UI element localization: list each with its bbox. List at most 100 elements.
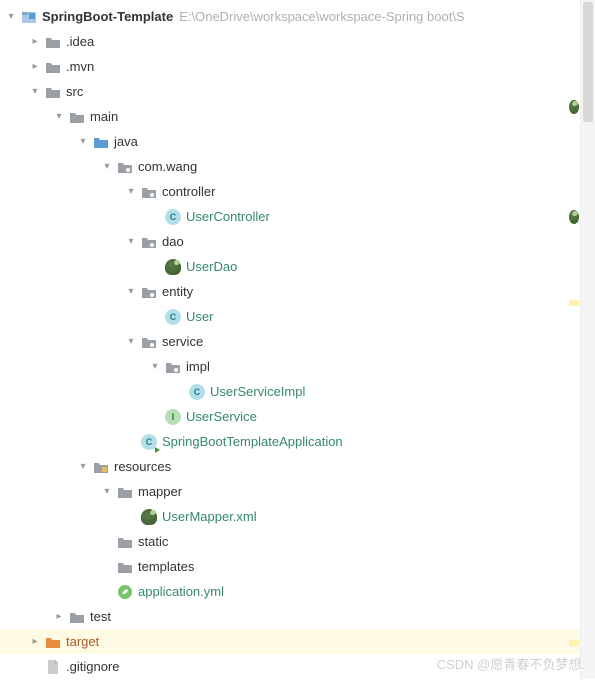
node-label: UserMapper.xml: [162, 509, 257, 524]
node-label: entity: [162, 284, 193, 299]
node-label: SpringBootTemplateApplication: [162, 434, 343, 449]
chevron-down-icon[interactable]: ▾: [124, 235, 138, 249]
node-label: UserDao: [186, 259, 237, 274]
file-application-yml[interactable]: ▸ application.yml: [0, 579, 595, 604]
class-icon: C: [188, 383, 206, 401]
package-icon: [140, 183, 158, 201]
folder-test[interactable]: ▸ test: [0, 604, 595, 629]
folder-icon: [116, 483, 134, 501]
resources-folder-icon: [92, 458, 110, 476]
node-label: UserServiceImpl: [210, 384, 305, 399]
node-label: application.yml: [138, 584, 224, 599]
gutter-mark-icon: [569, 640, 579, 646]
chevron-down-icon[interactable]: ▾: [28, 85, 42, 99]
package-controller[interactable]: ▾ controller: [0, 179, 595, 204]
folder-icon: [44, 33, 62, 51]
folder-icon: [116, 558, 134, 576]
node-label: target: [66, 634, 99, 649]
folder-mvn[interactable]: ▸ .mvn: [0, 54, 595, 79]
package-icon: [140, 333, 158, 351]
package-com-wang[interactable]: ▾ com.wang: [0, 154, 595, 179]
package-impl[interactable]: ▾ impl: [0, 354, 595, 379]
project-tree[interactable]: ▾ SpringBoot-Template E:\OneDrive\worksp…: [0, 0, 595, 683]
chevron-down-icon[interactable]: ▾: [76, 460, 90, 474]
folder-resources[interactable]: ▾ resources: [0, 454, 595, 479]
chevron-down-icon[interactable]: ▾: [124, 335, 138, 349]
chevron-down-icon[interactable]: ▾: [76, 135, 90, 149]
node-label: static: [138, 534, 168, 549]
bean-icon: [164, 258, 182, 276]
folder-templates[interactable]: ▸ templates: [0, 554, 595, 579]
chevron-right-icon[interactable]: ▸: [28, 635, 42, 649]
chevron-down-icon[interactable]: ▾: [100, 160, 114, 174]
folder-icon: [68, 608, 86, 626]
package-entity[interactable]: ▾ entity: [0, 279, 595, 304]
root-label: SpringBoot-Template: [42, 9, 173, 24]
node-label: .idea: [66, 34, 94, 49]
folder-idea[interactable]: ▸ .idea: [0, 29, 595, 54]
node-label: main: [90, 109, 118, 124]
node-label: src: [66, 84, 83, 99]
node-label: java: [114, 134, 138, 149]
node-label: com.wang: [138, 159, 197, 174]
spring-config-icon: [116, 583, 134, 601]
bean-icon: [140, 508, 158, 526]
node-label: .gitignore: [66, 659, 119, 674]
class-user[interactable]: ▸ C User: [0, 304, 595, 329]
root-path: E:\OneDrive\workspace\workspace-Spring b…: [179, 9, 464, 24]
file-usermapper[interactable]: ▸ UserMapper.xml: [0, 504, 595, 529]
node-label: User: [186, 309, 213, 324]
folder-icon: [44, 83, 62, 101]
vertical-scrollbar[interactable]: [580, 0, 595, 679]
chevron-down-icon[interactable]: ▾: [100, 485, 114, 499]
chevron-right-icon[interactable]: ▸: [28, 35, 42, 49]
class-application[interactable]: ▸ C SpringBootTemplateApplication: [0, 429, 595, 454]
folder-icon: [44, 58, 62, 76]
runnable-class-icon: C: [140, 433, 158, 451]
folder-target[interactable]: ▸ target: [0, 629, 595, 654]
gutter-mark-icon: [569, 300, 579, 306]
folder-static[interactable]: ▸ static: [0, 529, 595, 554]
folder-mapper[interactable]: ▾ mapper: [0, 479, 595, 504]
file-icon: [44, 658, 62, 676]
node-label: test: [90, 609, 111, 624]
chevron-right-icon[interactable]: ▸: [28, 60, 42, 74]
class-icon: C: [164, 308, 182, 326]
node-label: .mvn: [66, 59, 94, 74]
root-node[interactable]: ▾ SpringBoot-Template E:\OneDrive\worksp…: [0, 4, 595, 29]
node-label: service: [162, 334, 203, 349]
class-userserviceimpl[interactable]: ▸ C UserServiceImpl: [0, 379, 595, 404]
folder-icon: [116, 533, 134, 551]
watermark: CSDN @愿青春不负梦想.: [437, 654, 585, 673]
node-label: resources: [114, 459, 171, 474]
node-label: dao: [162, 234, 184, 249]
chevron-down-icon[interactable]: ▾: [52, 110, 66, 124]
node-label: impl: [186, 359, 210, 374]
editor-gutter: [569, 0, 579, 679]
folder-src[interactable]: ▾ src: [0, 79, 595, 104]
class-icon: C: [164, 208, 182, 226]
source-folder-icon: [92, 133, 110, 151]
node-label: mapper: [138, 484, 182, 499]
package-icon: [140, 283, 158, 301]
package-icon: [116, 158, 134, 176]
folder-java[interactable]: ▾ java: [0, 129, 595, 154]
package-icon: [164, 358, 182, 376]
gutter-mark-icon: [569, 100, 579, 114]
package-icon: [140, 233, 158, 251]
interface-userservice[interactable]: ▸ I UserService: [0, 404, 595, 429]
chevron-down-icon[interactable]: ▾: [124, 285, 138, 299]
class-usercontroller[interactable]: ▸ C UserController: [0, 204, 595, 229]
scrollbar-thumb[interactable]: [583, 2, 593, 122]
package-service[interactable]: ▾ service: [0, 329, 595, 354]
module-icon: [20, 8, 38, 26]
package-dao[interactable]: ▾ dao: [0, 229, 595, 254]
node-label: UserController: [186, 209, 270, 224]
interface-icon: I: [164, 408, 182, 426]
class-userdao[interactable]: ▸ UserDao: [0, 254, 595, 279]
chevron-down-icon[interactable]: ▾: [4, 10, 18, 24]
chevron-down-icon[interactable]: ▾: [124, 185, 138, 199]
chevron-right-icon[interactable]: ▸: [52, 610, 66, 624]
chevron-down-icon[interactable]: ▾: [148, 360, 162, 374]
folder-main[interactable]: ▾ main: [0, 104, 595, 129]
